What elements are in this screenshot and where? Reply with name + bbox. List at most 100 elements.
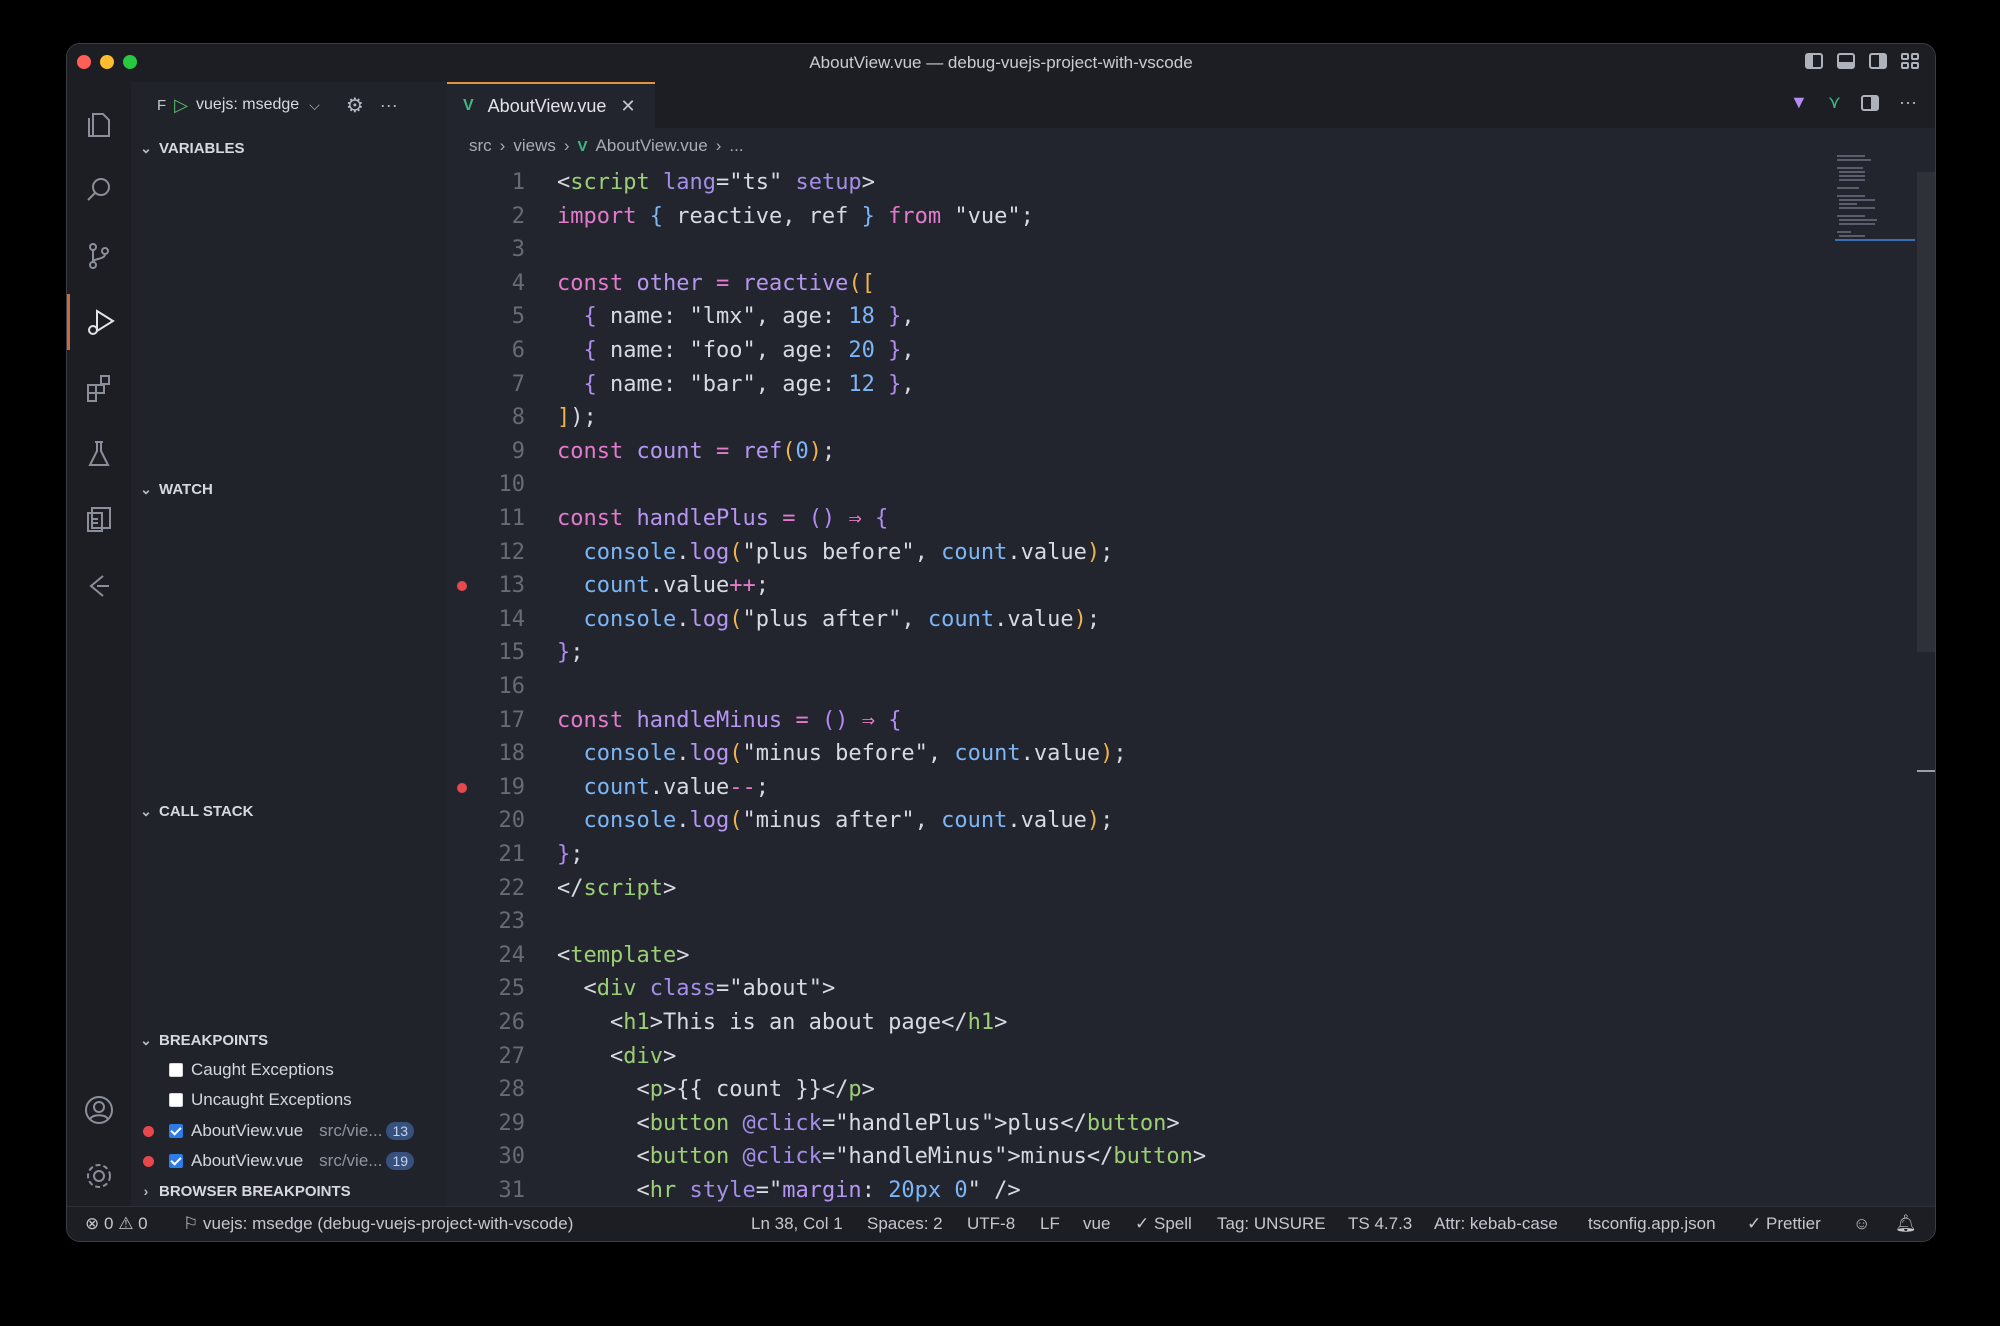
chevron-down-icon[interactable]: ⌵ — [309, 97, 320, 114]
breakpoints-section-header[interactable]: ⌄ BREAKPOINTS — [131, 1026, 447, 1054]
breakpoint-uncaught-exceptions[interactable]: Uncaught Exceptions — [131, 1085, 447, 1115]
code-line: 10 — [498, 472, 526, 498]
code-line: 23 — [498, 909, 526, 935]
prettier[interactable]: ✓ Prettier — [1747, 1214, 1821, 1234]
tab-aboutview[interactable]: V AboutView.vue ✕ — [447, 82, 655, 128]
code-line: 28 <p>{{ count }}</p> — [498, 1077, 875, 1103]
chevron-down-icon: ⌄ — [140, 480, 152, 497]
cursor-position[interactable]: Ln 38, Col 1 — [751, 1214, 843, 1234]
chevron-down-icon: ⌄ — [140, 139, 152, 156]
breadcrumb-item[interactable]: AboutView.vue — [596, 136, 708, 156]
checkbox[interactable] — [169, 1154, 183, 1168]
tsconfig[interactable]: tsconfig.app.json — [1588, 1214, 1716, 1234]
search-icon[interactable] — [67, 162, 131, 218]
spell-check[interactable]: ✓ Spell — [1135, 1214, 1192, 1234]
encoding[interactable]: UTF-8 — [967, 1214, 1015, 1234]
activity-bar — [67, 82, 131, 1207]
chevron-right-icon: › — [143, 1183, 149, 1199]
code-line: 3 — [511, 237, 525, 263]
toggle-secondary-sidebar-icon[interactable] — [1869, 53, 1887, 69]
timeline-icon[interactable] — [67, 558, 131, 614]
indentation[interactable]: Spaces: 2 — [867, 1214, 943, 1234]
end-of-line[interactable]: LF — [1040, 1214, 1060, 1234]
code-line: 29 <button @click="handlePlus">plus</but… — [498, 1110, 1180, 1136]
breadcrumb: src › views › V AboutView.vue › ... — [469, 136, 744, 156]
feedback-icon[interactable]: ☺ — [1853, 1214, 1870, 1234]
customize-layout-icon[interactable] — [1901, 53, 1919, 69]
debug-config-select[interactable]: vuejs: msedge — [196, 96, 299, 114]
variables-section-header[interactable]: ⌄ VARIABLES — [131, 134, 447, 162]
more-actions-icon[interactable]: ··· — [380, 95, 398, 116]
code-line: 2 import { reactive, ref } from "vue"; — [511, 203, 1034, 229]
editor-scrollbar[interactable] — [1917, 172, 1935, 652]
language-mode[interactable]: vue — [1083, 1214, 1110, 1234]
code-line: 24 <template> — [498, 942, 690, 968]
status-bar: ⊗ 0 ⚠ 0 ⚐ vuejs: msedge (debug-vuejs-pro… — [67, 1206, 1935, 1241]
settings-gear-icon[interactable] — [67, 1148, 131, 1204]
breakpoint-item[interactable]: AboutView.vue src/vie... 13 — [131, 1116, 447, 1146]
testing-icon[interactable] — [67, 426, 131, 482]
split-editor-icon[interactable] — [1861, 94, 1880, 111]
typescript-version[interactable]: TS 4.7.3 — [1348, 1214, 1412, 1234]
check-icon: ✓ — [1135, 1214, 1150, 1233]
breakpoint-caught-exceptions[interactable]: Caught Exceptions — [131, 1055, 447, 1085]
editor-area: V AboutView.vue ✕ ▼ ⋎ ··· src › views › … — [447, 82, 1935, 1207]
source-control-icon[interactable] — [67, 228, 131, 284]
code-line: 15}; — [498, 640, 584, 666]
breakpoint-item[interactable]: AboutView.vue src/vie... 19 — [131, 1146, 447, 1176]
start-debugging-icon[interactable]: ▷ — [174, 95, 188, 116]
code-line: 7 { name: "bar", age: 12 }, — [511, 371, 915, 397]
error-icon: ⊗ — [85, 1214, 100, 1233]
breakpoint-dot-icon — [143, 1125, 154, 1137]
account-icon[interactable] — [67, 1082, 131, 1138]
code-line: 13 count.value++; — [447, 569, 1867, 602]
code-line: 17 const handleMinus = () ⇒ { — [498, 707, 902, 733]
code-line: 5 { name: "lmx", age: 18 }, — [511, 304, 915, 330]
call-stack-section-header[interactable]: ⌄ CALL STACK — [131, 797, 447, 825]
tag-case[interactable]: Tag: UNSURE — [1217, 1214, 1326, 1234]
breadcrumb-item[interactable]: src — [469, 136, 492, 156]
title-bar: AboutView.vue — debug-vuejs-project-with… — [67, 44, 1935, 82]
run-and-debug-icon[interactable] — [67, 294, 131, 350]
debug-session-indicator[interactable]: ⚐ vuejs: msedge (debug-vuejs-project-wit… — [183, 1214, 573, 1234]
problems-indicator[interactable]: ⊗ 0 ⚠ 0 — [85, 1214, 148, 1234]
vue-file-icon: V — [463, 97, 474, 114]
checkbox[interactable] — [169, 1124, 183, 1138]
code-line: 27 <div> — [498, 1043, 677, 1069]
gear-icon[interactable]: ⚙ — [346, 93, 364, 118]
attr-case[interactable]: Attr: kebab-case — [1434, 1214, 1558, 1234]
line-number-badge: 19 — [386, 1152, 415, 1170]
breadcrumb-item[interactable]: ... — [729, 136, 743, 156]
extensions-icon[interactable] — [67, 360, 131, 416]
minimap[interactable] — [1835, 152, 1915, 242]
watch-section-header[interactable]: ⌄ WATCH — [131, 475, 447, 503]
more-actions-icon[interactable]: ··· — [1899, 92, 1917, 113]
chevron-down-icon: ⌄ — [140, 1031, 152, 1048]
vite-icon[interactable]: ▼ — [1790, 92, 1808, 113]
line-number-badge: 13 — [386, 1122, 415, 1140]
code-line: 19 count.value--; — [447, 771, 1867, 804]
checkbox[interactable] — [169, 1063, 183, 1077]
code-line: 25 <div class="about"> — [498, 976, 836, 1002]
code-line: 20 console.log("minus after", count.valu… — [498, 808, 1114, 834]
code-line: 8]); — [511, 405, 597, 431]
vscode-window: AboutView.vue — debug-vuejs-project-with… — [66, 43, 1936, 1242]
explorer-icon[interactable] — [67, 96, 131, 152]
close-tab-icon[interactable]: ✕ — [620, 96, 635, 117]
checkbox[interactable] — [169, 1093, 183, 1107]
vue-devtools-icon[interactable]: ⋎ — [1828, 92, 1841, 113]
debug-view-prefix: F — [157, 96, 167, 114]
remote-explorer-icon[interactable] — [67, 492, 131, 548]
notifications-bell-icon[interactable]: 🔔︎ — [1895, 1214, 1917, 1234]
window-title: AboutView.vue — debug-vuejs-project-with… — [809, 53, 1193, 72]
code-line: 16 — [498, 674, 526, 699]
breakpoint-dot-icon — [143, 1155, 154, 1167]
browser-breakpoints-section-header[interactable]: › BROWSER BREAKPOINTS — [131, 1177, 447, 1205]
toggle-panel-icon[interactable] — [1837, 53, 1855, 69]
debug-icon: ⚐ — [183, 1214, 199, 1233]
chevron-right-icon: › — [563, 136, 570, 155]
editor-tabs: V AboutView.vue ✕ ▼ ⋎ ··· — [447, 82, 1935, 128]
breadcrumb-item[interactable]: views — [513, 136, 556, 156]
toggle-primary-sidebar-icon[interactable] — [1805, 53, 1823, 69]
debug-sidebar: F ▷ vuejs: msedge ⌵ ⚙ ··· ⌄ VARIABLES ⌄ … — [131, 82, 447, 1207]
